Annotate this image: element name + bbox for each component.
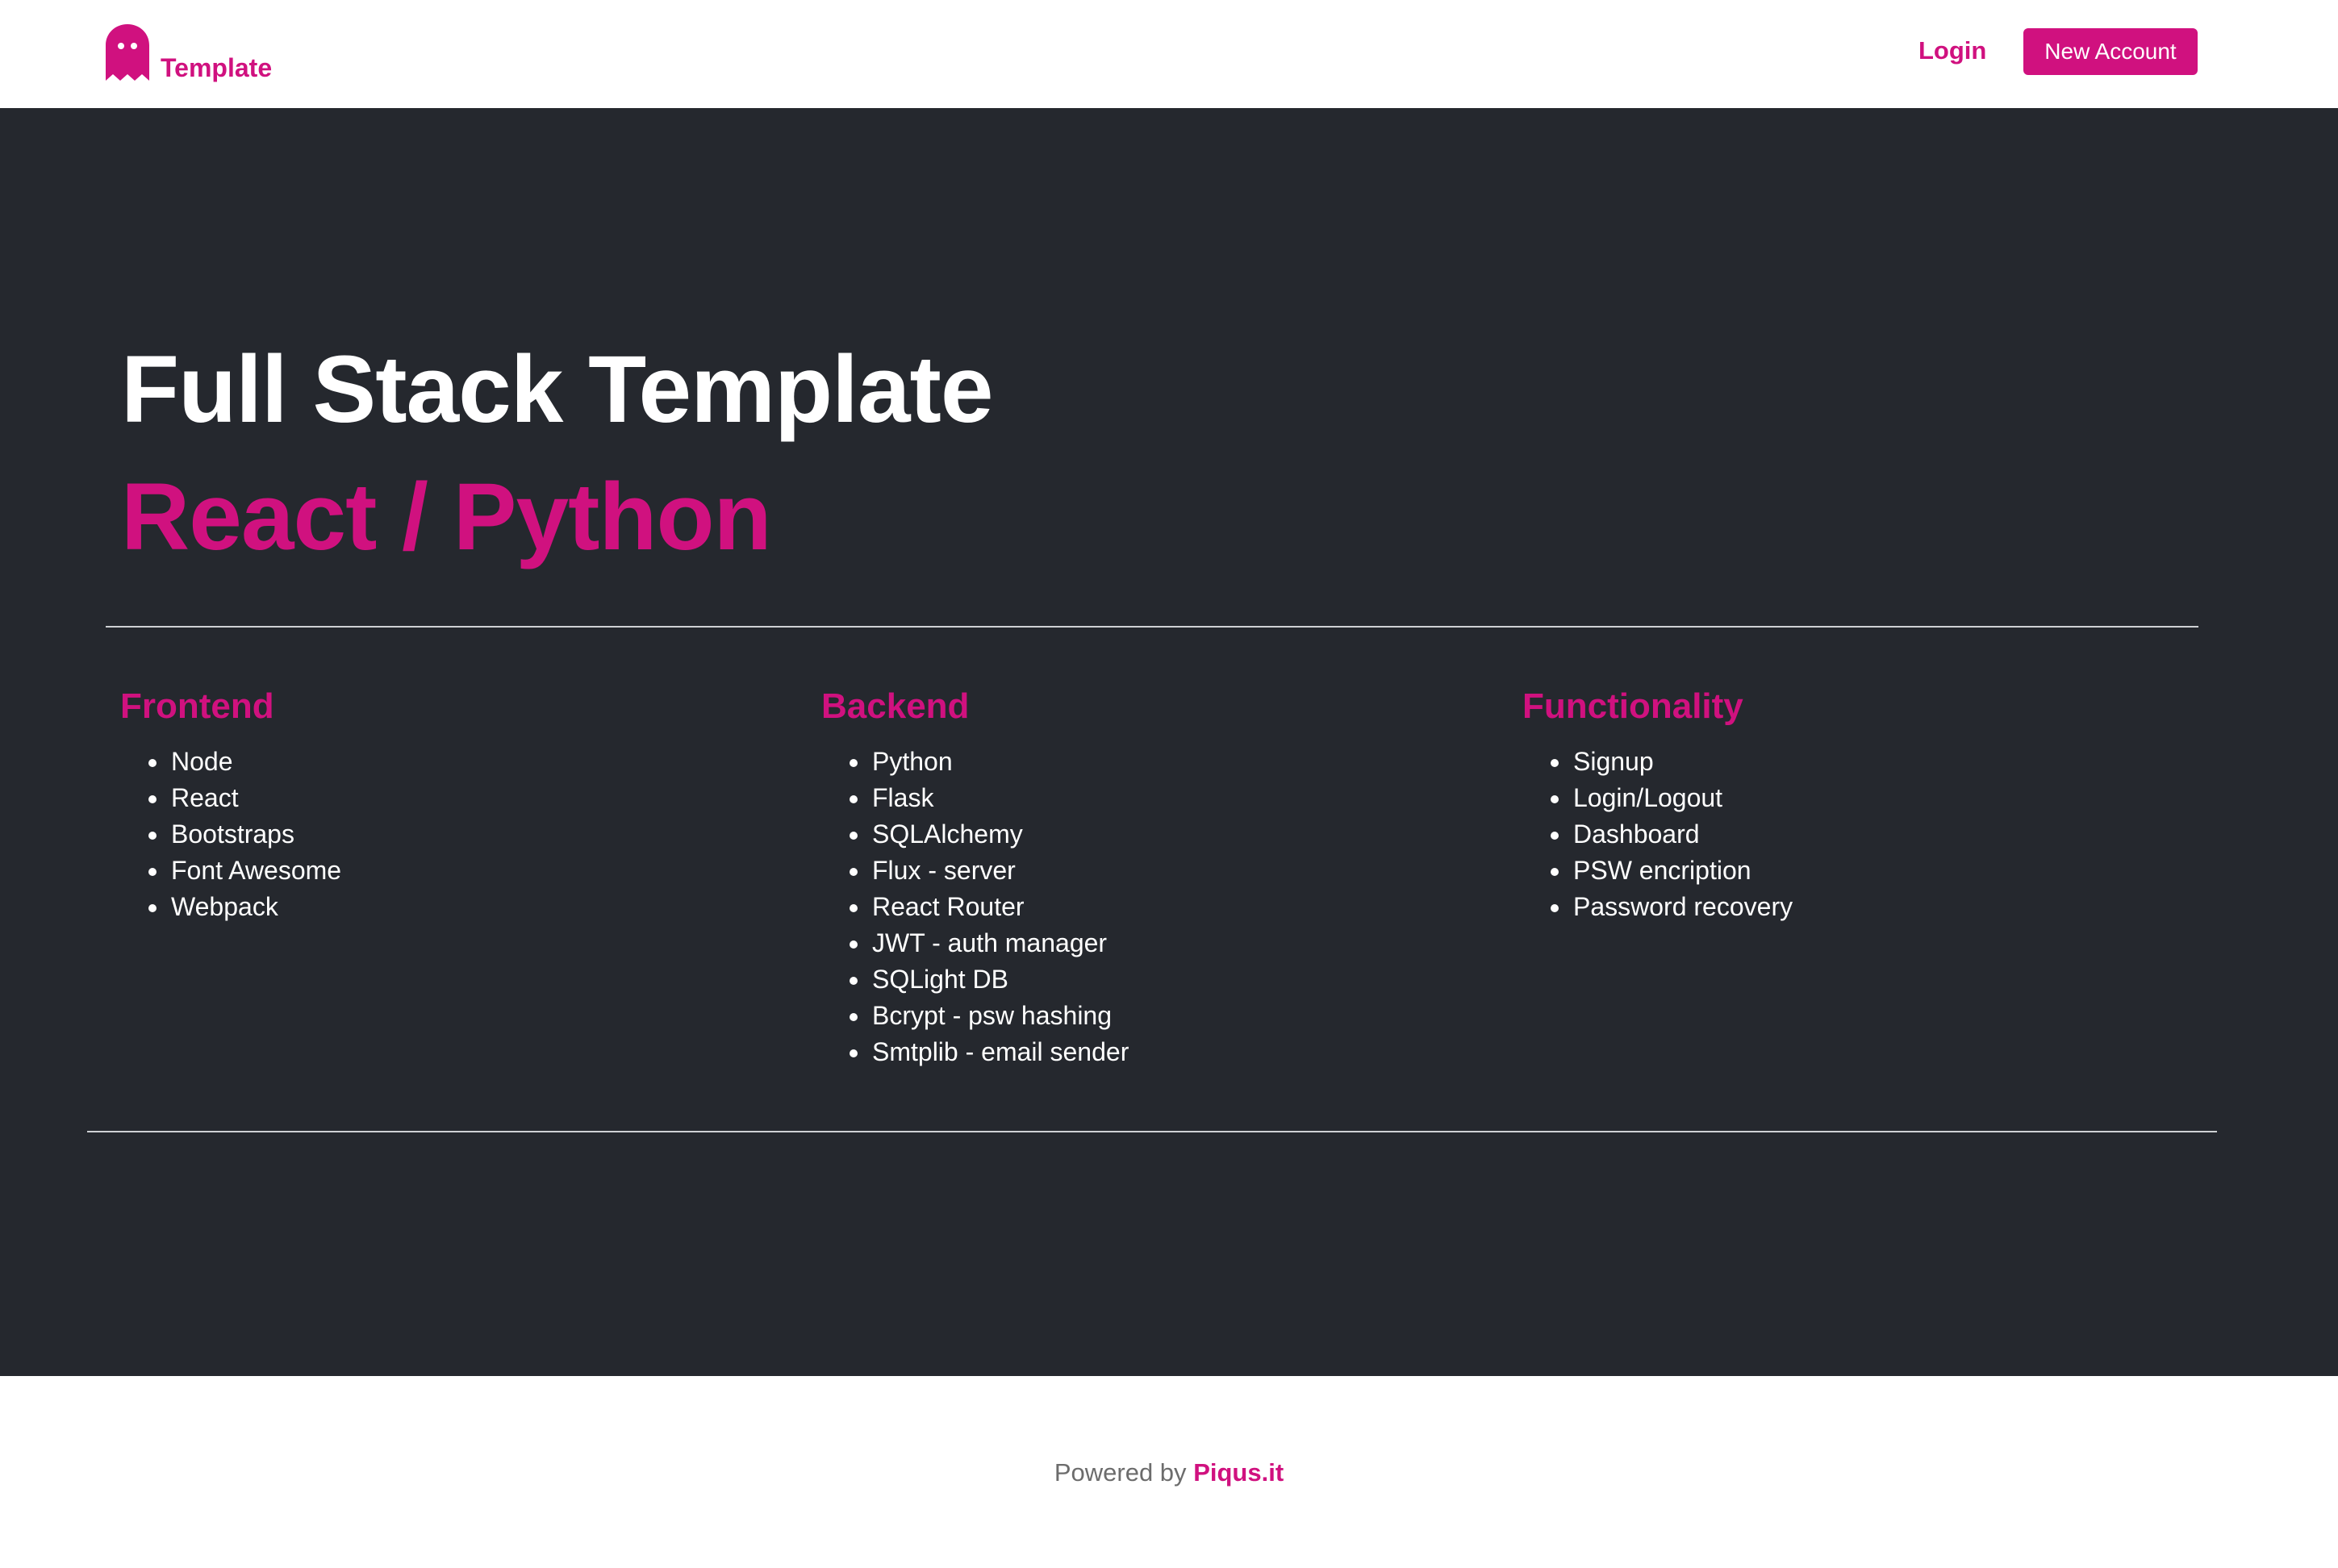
bullet-icon [148,795,157,803]
column-title: Frontend [120,686,274,726]
column-functionality: Functionality Signup Login/Logout Dashbo… [1522,689,2184,925]
list-item-label: Smtplib - email sender [872,1037,1129,1066]
list-item-label: React [171,783,239,812]
list-item: React Router [821,889,1483,925]
list-item: SQLAlchemy [821,816,1483,853]
list-item: Flask [821,780,1483,816]
bullet-icon [850,832,858,840]
bullet-icon [1551,795,1559,803]
list-item-label: Node [171,747,233,776]
list-item-label: Flask [872,783,934,812]
list-item-label: SQLAlchemy [872,819,1023,849]
bullet-icon [148,868,157,876]
bullet-icon [148,904,157,912]
list-item-label: Bcrypt - psw hashing [872,1001,1113,1030]
divider-top [106,626,2198,628]
list-item: Password recovery [1522,889,2184,925]
list-item-label: Font Awesome [171,856,342,885]
list-item: Login/Logout [1522,780,2184,816]
list-item-label: SQLight DB [872,965,1008,994]
bullet-icon [148,759,157,767]
list-item-label: Bootstraps [171,819,294,849]
list-item-label: PSW encription [1573,856,1751,885]
piqus-link[interactable]: Piqus.it [1193,1458,1284,1487]
list-item: Bootstraps [120,816,782,853]
powered-by-label: Powered by [1054,1458,1187,1487]
list-item: Dashboard [1522,816,2184,853]
list-item-label: JWT - auth manager [872,928,1108,957]
column-title: Backend [821,686,970,726]
list-item: Python [821,744,1483,780]
list-item: SQLight DB [821,961,1483,998]
list-item-label: Dashboard [1573,819,1700,849]
bullet-icon [1551,832,1559,840]
list-item-label: Password recovery [1573,892,1793,921]
brand-link[interactable]: Template [106,21,272,81]
bullet-icon [850,795,858,803]
list-item-label: Login/Logout [1573,783,1723,812]
brand-label: Template [161,53,273,82]
list-item-label: Signup [1573,747,1654,776]
list-item: Font Awesome [120,853,782,889]
footer-credit: Powered by Piqus.it [0,1460,2338,1485]
divider-bottom [87,1131,2217,1132]
bullet-icon [850,1049,858,1057]
footer: Powered by Piqus.it [0,1376,2338,1568]
bullet-icon [850,1013,858,1021]
page-subtitle: React / Python [121,464,772,570]
list-item: JWT - auth manager [821,925,1483,961]
hero-section: Full Stack Template React / Python Front… [0,108,2338,1376]
column-backend: Backend Python Flask SQLAlchemy Flux - s… [821,689,1483,1070]
list-item: Smtplib - email sender [821,1034,1483,1070]
list-item-label: Flux - server [872,856,1016,885]
column-title: Functionality [1522,686,1743,726]
bullet-icon [850,868,858,876]
login-link[interactable]: Login [1918,32,1986,69]
bullet-icon [850,759,858,767]
list-item-label: Webpack [171,892,278,921]
feature-list: Node React Bootstraps Font Awesome Webpa… [120,744,782,925]
bullet-icon [850,940,858,949]
list-item-label: React Router [872,892,1025,921]
list-item: Node [120,744,782,780]
list-item: React [120,780,782,816]
list-item: Flux - server [821,853,1483,889]
list-item: PSW encription [1522,853,2184,889]
list-item: Signup [1522,744,2184,780]
bullet-icon [1551,904,1559,912]
navbar: Template Login New Account [0,0,2338,108]
feature-list: Python Flask SQLAlchemy Flux - server Re… [821,744,1483,1070]
list-item: Bcrypt - psw hashing [821,998,1483,1034]
bullet-icon [850,904,858,912]
bullet-icon [850,977,858,985]
bullet-icon [1551,759,1559,767]
column-frontend: Frontend Node React Bootstraps Font Awes… [120,689,782,925]
bullet-icon [1551,868,1559,876]
list-item: Webpack [120,889,782,925]
list-item-label: Python [872,747,953,776]
new-account-button[interactable]: New Account [2023,28,2198,75]
bullet-icon [148,832,157,840]
feature-list: Signup Login/Logout Dashboard PSW encrip… [1522,744,2184,925]
ghost-icon [106,24,149,81]
page-title: Full Stack Template [121,336,993,443]
